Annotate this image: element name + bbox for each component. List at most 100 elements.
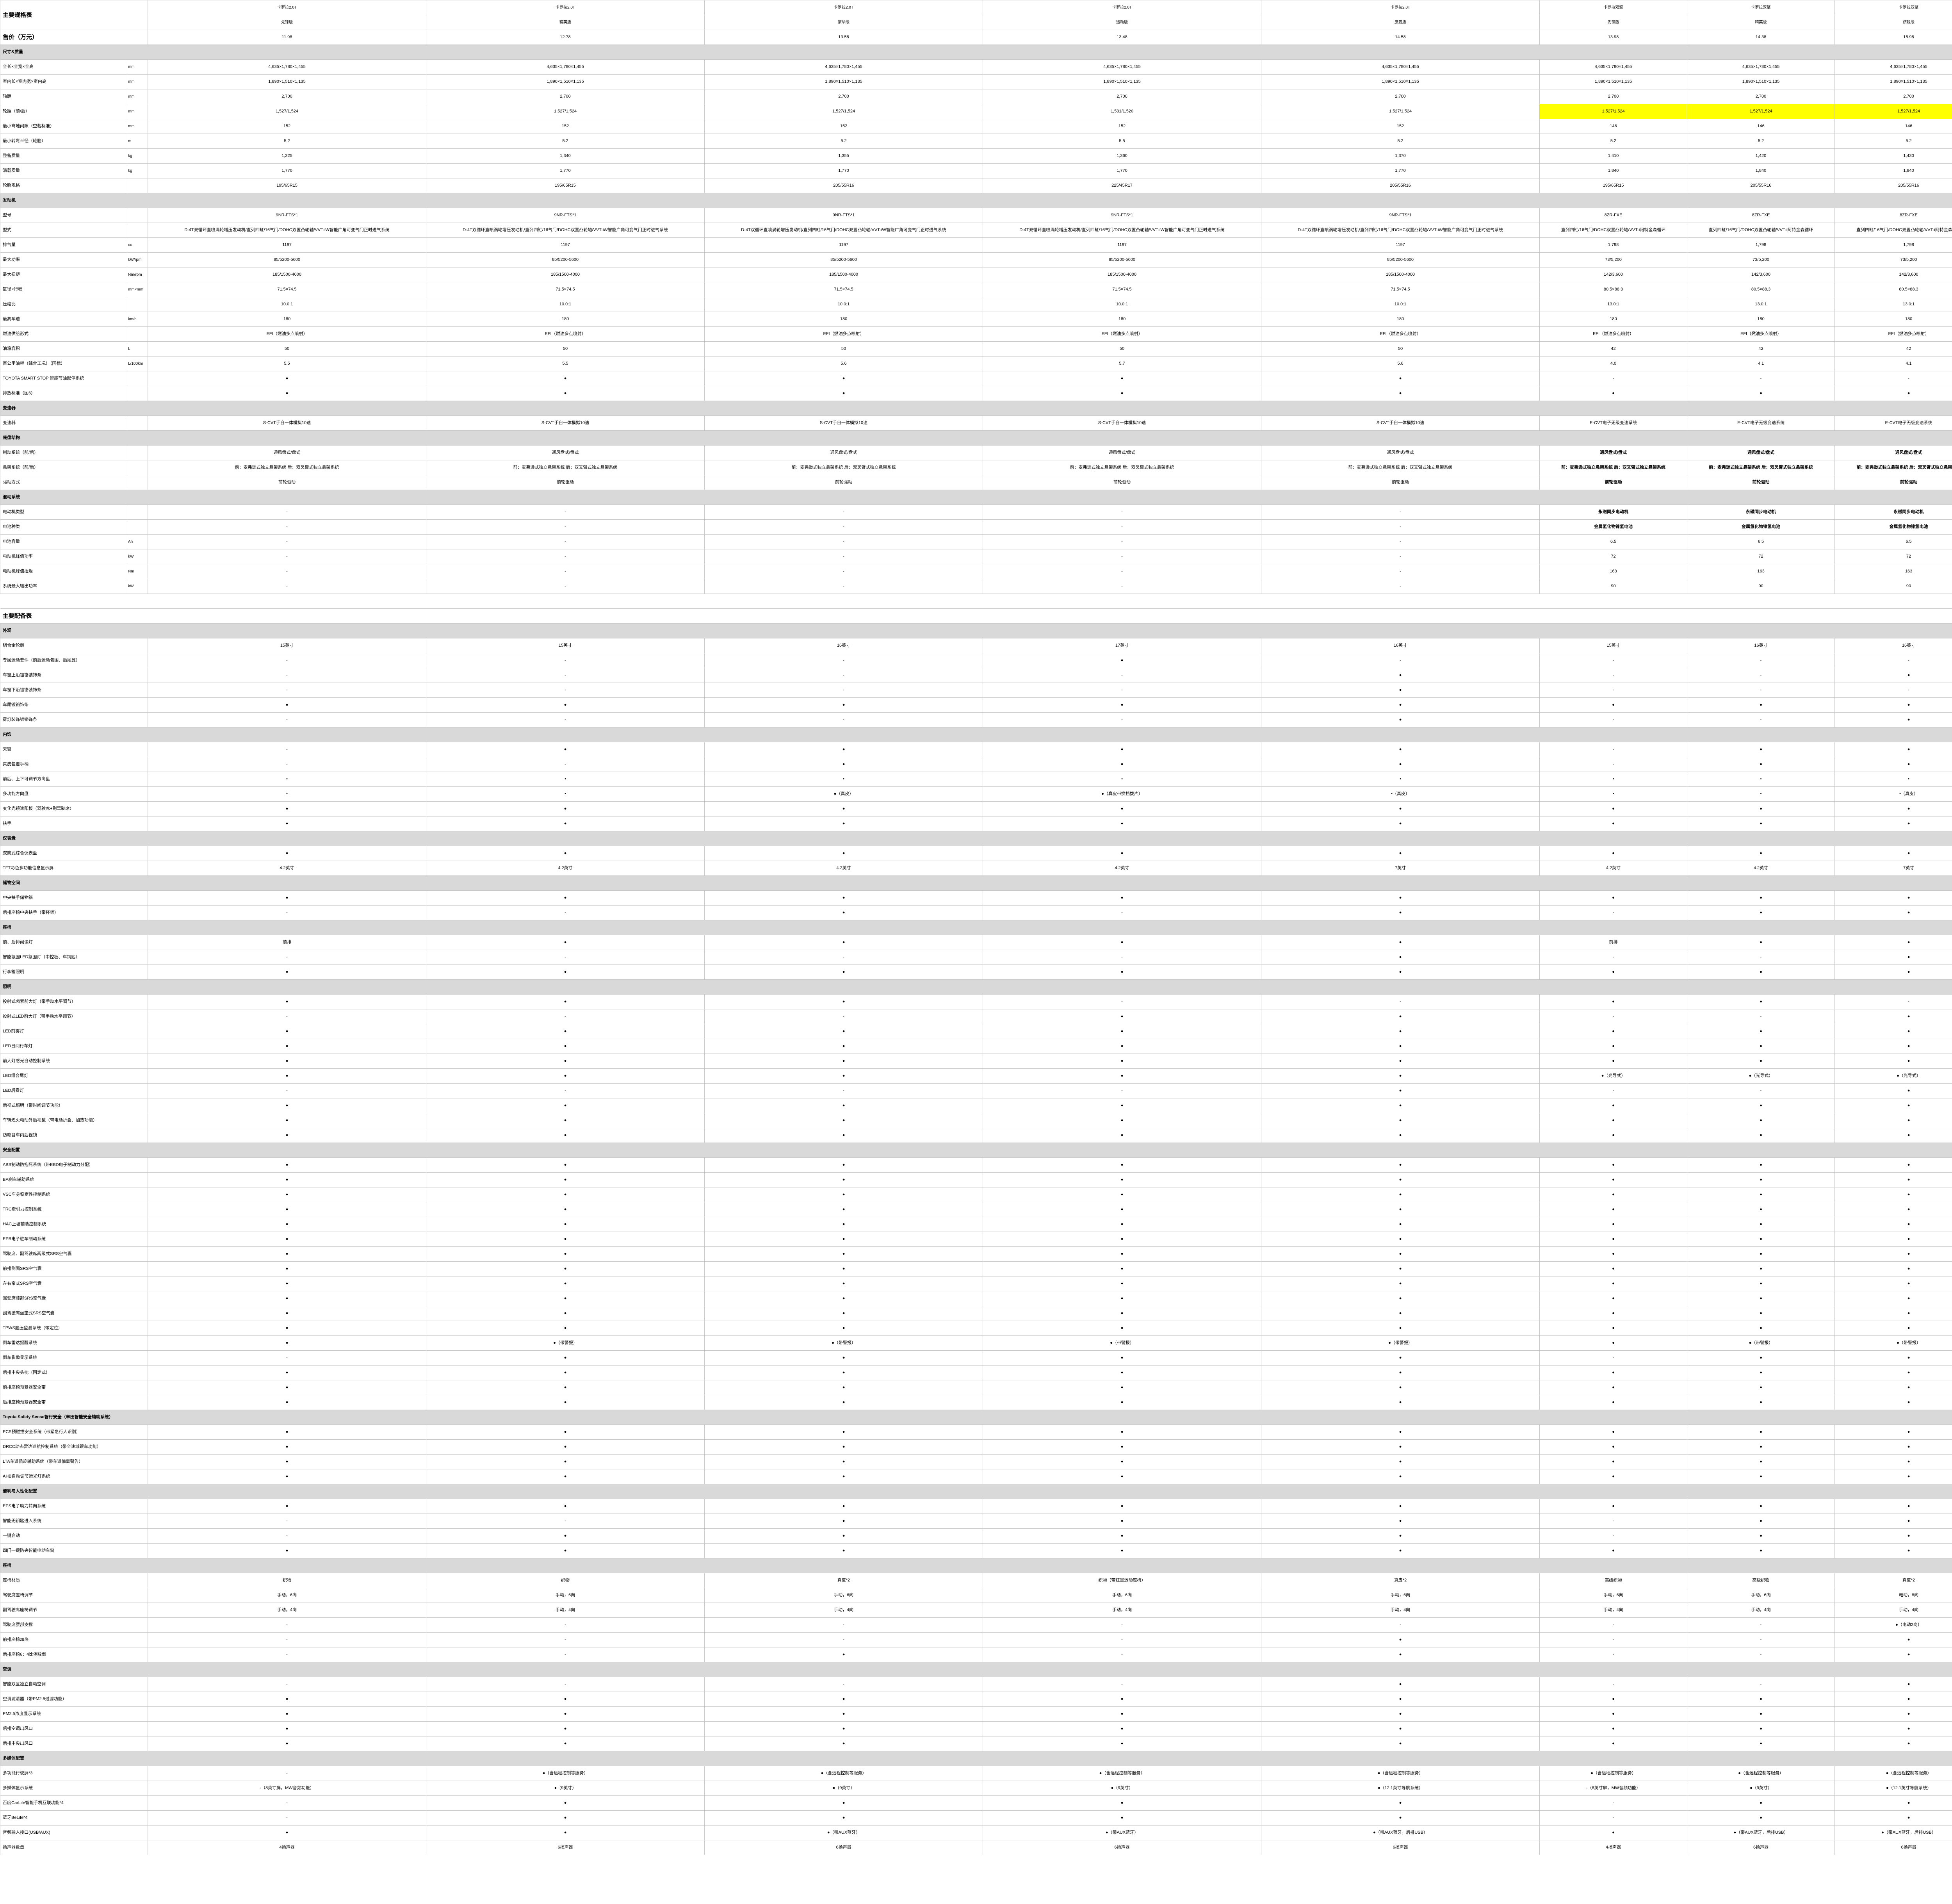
value-cell: ●（含远程控制等服务） [1834, 1766, 1952, 1781]
value-cell: 永磁同步电动机 [1539, 505, 1688, 520]
value-cell: ● [704, 816, 983, 831]
section-title: 多媒体配置 [0, 1751, 1952, 1766]
value-cell: • [1834, 772, 1952, 787]
value-cell: ● [983, 1113, 1262, 1128]
row-label: 雾灯装饰镀铬饰条 [0, 712, 148, 727]
value-cell: 5.6 [1261, 356, 1540, 371]
row-unit [126, 386, 148, 401]
value-cell: ● [1687, 1350, 1835, 1366]
value-cell: - [148, 1766, 427, 1781]
table-row: 后排座椅6：4比例放倒 - - ● - ● - - ● [0, 1647, 1952, 1662]
value-cell: ● [983, 1306, 1262, 1321]
value-cell: ● [1834, 1380, 1952, 1395]
row-label: 最大扭矩 [0, 267, 127, 282]
row-label: 倒车影像显示系统 [0, 1350, 148, 1366]
value-cell: 4.2英寸 [1539, 861, 1688, 876]
row-unit: mm [126, 104, 148, 119]
value-cell: - [1539, 653, 1688, 668]
table-row: 座椅材质 织物 织物 真皮*2 织物（带红黑运动座椅） 真皮*2 高级织物 高级织物 真皮*2 [0, 1573, 1952, 1588]
value-cell: ● [983, 1395, 1262, 1410]
row-label: 系统最大输出功率 [0, 579, 127, 594]
value-cell: ● [426, 890, 705, 906]
value-cell: ● [426, 964, 705, 980]
value-cell: ● [1834, 1172, 1952, 1187]
value-cell: ● [1261, 1276, 1540, 1291]
column-model-3: 卡罗拉2.0T [704, 0, 983, 15]
value-cell: - [704, 712, 983, 727]
column-grade-1: 先锋版 [148, 15, 427, 30]
section-title: Toyota Safety Sense智行安全（丰田智能安全辅助系统） [0, 1410, 1952, 1425]
value-cell: ● [1261, 1647, 1540, 1662]
table-row: 后排座椅预紧器安全带 ● ● ● ● ● ● ● ● [0, 1395, 1952, 1410]
value-cell: ●（带AUX蓝牙，后排USB） [1261, 1825, 1540, 1840]
value-cell: ● [704, 1217, 983, 1232]
value-cell: ● [148, 1335, 427, 1351]
row-label: 整备质量 [0, 148, 127, 164]
value-cell: - [148, 950, 427, 965]
value-cell: 前轮驱动 [1261, 475, 1540, 490]
value-cell: 85/5200-5600 [148, 252, 427, 267]
value-cell: - [1539, 1528, 1688, 1544]
value-cell: EFI（燃油多点喷射） [704, 326, 983, 342]
value-cell: ● [148, 1395, 427, 1410]
value-cell: 6扬声器 [1834, 1840, 1952, 1855]
value-cell: 2,700 [148, 89, 427, 104]
value-cell: 10.0:1 [426, 297, 705, 312]
value-cell: ● [426, 1692, 705, 1707]
value-cell: ● [704, 1172, 983, 1187]
value-cell: ● [1834, 757, 1952, 772]
value-cell: 手动，4向 [1687, 1603, 1835, 1618]
value-cell: - [1539, 1677, 1688, 1692]
value-cell: 1,770 [1261, 163, 1540, 178]
value-cell: ● [1687, 1736, 1835, 1751]
row-unit [126, 326, 148, 342]
value-cell: - [983, 683, 1262, 698]
row-label: ABS制动防抱死系统（带EBD电子制动力分配） [0, 1157, 148, 1173]
row-label: TPWS胎压监测系统（带定位） [0, 1321, 148, 1336]
value-cell: - [148, 1632, 427, 1647]
row-label: PCS预碰撞安全系统（带紧急行人识别） [0, 1424, 148, 1440]
value-cell: ● [1539, 1306, 1688, 1321]
value-cell: ● [1261, 1187, 1540, 1202]
row-unit: mm [126, 119, 148, 134]
value-cell: ● [1539, 1054, 1688, 1069]
value-cell: 通风盘式/盘式 [1687, 445, 1835, 460]
value-cell: ● [1834, 1469, 1952, 1484]
value-cell: ● [1687, 1543, 1835, 1558]
row-unit [126, 505, 148, 520]
value-cell: ● [1261, 964, 1540, 980]
section-header: 发动机 [0, 193, 1952, 208]
value-cell: ● [1687, 1128, 1835, 1143]
value-cell: ● [426, 1261, 705, 1276]
value-cell: 手动，6向 [983, 1588, 1262, 1603]
value-cell: 通风盘式/盘式 [1539, 445, 1688, 460]
value-cell: 16英寸 [1261, 638, 1540, 653]
value-cell: 42 [1834, 341, 1952, 357]
value-cell: ● [1834, 1009, 1952, 1024]
value-cell: ● [1687, 1217, 1835, 1232]
value-cell: ● [704, 1692, 983, 1707]
table-row: 行李箱照明 ● ● ● ● ● ● ● ● [0, 964, 1952, 980]
table-row: 电动机峰值扭矩 Nm - - - - -163 163 163 [0, 564, 1952, 579]
value-cell: 5.2 [704, 134, 983, 149]
row-label: 最小转弯半径（轮胎） [0, 134, 127, 149]
table-row: 电池容量 Ah - - - - -6.5 6.5 6.5 [0, 534, 1952, 549]
value-cell: S-CVT手自一体模拟10速 [426, 415, 705, 431]
table-row: 副驾驶席坐垫式SRS空气囊 ● ● ● ● ● ● ● ● [0, 1306, 1952, 1321]
value-cell: - [148, 505, 427, 520]
value-cell: 8ZR-FXE [1539, 208, 1688, 223]
value-cell: 152 [148, 119, 427, 134]
value-cell: ● [1834, 1291, 1952, 1306]
value-cell: 9NR-FTS*1 [148, 208, 427, 223]
table-row: 缸径×行程 mm×mm 71.5×74.5 71.5×74.5 71.5×74.5 71.… [0, 282, 1952, 297]
row-label: 真皮包覆手柄 [0, 757, 148, 772]
value-cell: 72 [1539, 549, 1688, 564]
value-cell: ● [426, 1232, 705, 1247]
value-cell: ● [704, 846, 983, 861]
value-cell: ● [983, 757, 1262, 772]
row-unit: L [126, 341, 148, 357]
value-cell: ● [148, 964, 427, 980]
value-cell: 手动，6向 [426, 1588, 705, 1603]
value-cell: - [426, 519, 705, 535]
value-cell: ● [1261, 386, 1540, 401]
